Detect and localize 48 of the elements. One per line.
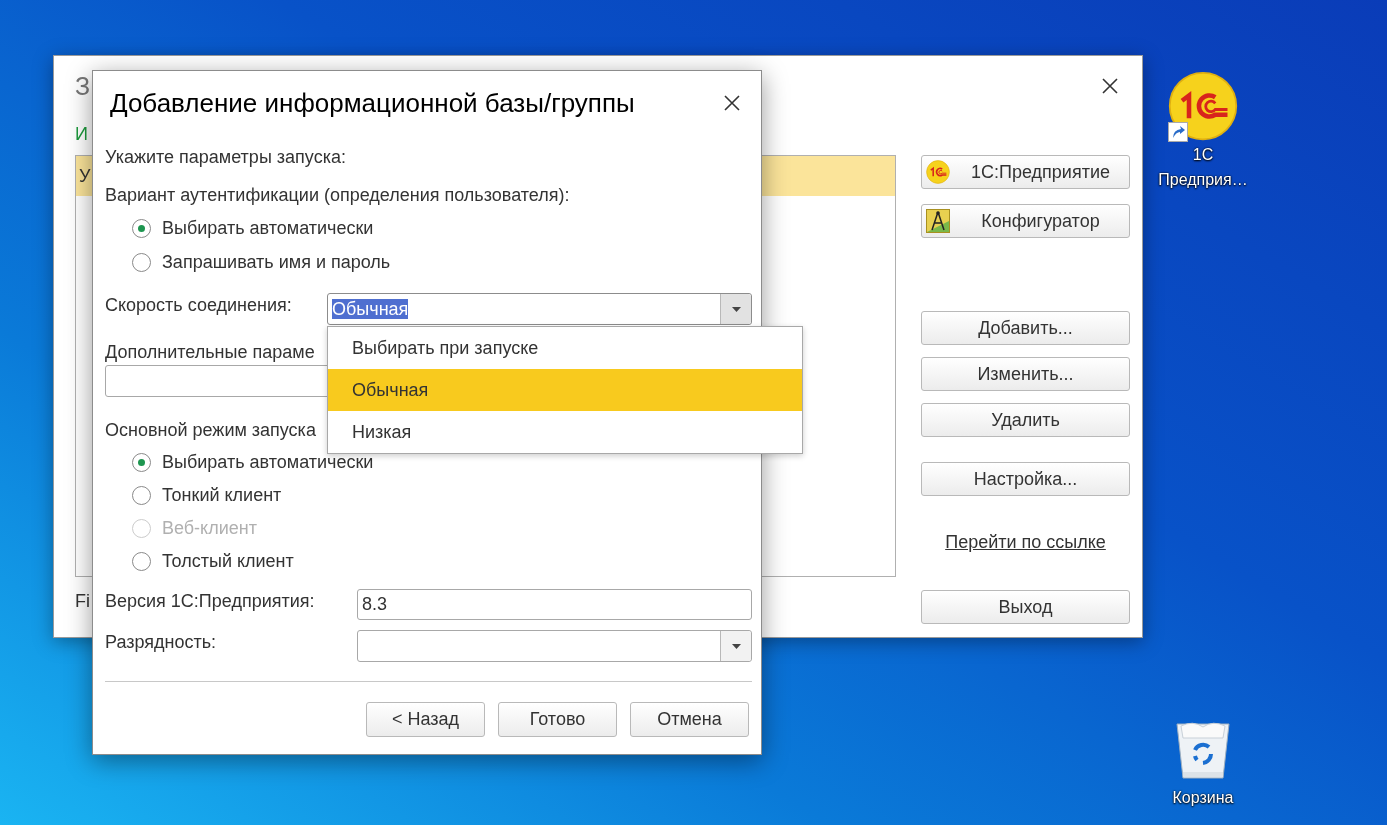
version-input[interactable]: 8.3 [357,589,752,620]
exit-button[interactable]: Выход [921,590,1130,624]
field-label: Дополнительные параме [105,341,315,364]
logo-icon [926,160,950,184]
close-icon[interactable] [724,95,740,111]
list-action-button[interactable]: Изменить... [921,357,1130,391]
dialog-title: Добавление информационной базы/группы [110,87,635,119]
field-label: Разрядность: [105,631,218,654]
bitness-combobox[interactable] [357,630,752,662]
dropdown-option[interactable]: Выбирать при запуске [328,327,802,369]
footer-text: Fi [75,591,90,612]
radio-button[interactable] [132,252,151,272]
list-action-button[interactable]: Удалить [921,403,1130,437]
radio-label: Веб-клиент [162,518,257,539]
field-label: Версия 1С:Предприятия: [105,590,316,613]
open-link[interactable]: Перейти по ссылке [945,532,1106,553]
radio-label: Запрашивать имя и пароль [162,251,391,273]
dropdown-option[interactable]: Низкая [328,411,802,453]
close-icon[interactable] [1102,78,1118,94]
dropdown-option[interactable]: Обычная [328,369,802,411]
radio-label: Толстый клиент [162,551,294,572]
radio-button[interactable] [132,552,151,571]
field-label: Скорость соединения: [105,294,293,317]
radio-label: Тонкий клиент [162,485,282,506]
radio-button[interactable] [132,453,151,472]
desktop-icon-label[interactable]: 1С Предприя… [1158,142,1248,192]
desktop-icon-label[interactable]: Корзина [1172,785,1234,810]
caret-icon [731,643,741,649]
radio-button[interactable] [132,218,151,238]
radio-button[interactable] [132,486,151,505]
launch-button[interactable]: Конфигуратор [921,204,1130,238]
settings-button[interactable]: Настройка... [921,462,1130,496]
dialog-button[interactable]: Готово [498,702,617,737]
speed-combobox[interactable]: Обычная [327,293,752,325]
window-title: З [75,71,91,101]
caret-icon [731,306,741,312]
dialog-button[interactable]: < Назад [366,702,485,737]
instruction-text: Укажите параметры запуска: [105,146,346,169]
list-action-button[interactable]: Добавить... [921,311,1130,345]
launch-button[interactable]: 1С:Предприятие [921,155,1130,189]
radio-label: Выбирать автоматически [162,217,374,239]
app-logo-icon [1168,71,1238,141]
compass-icon [926,209,950,233]
dialog-button[interactable]: Отмена [630,702,749,737]
section-label: Вариант аутентификации (определения пользователя): [105,184,570,207]
section-label: Основной режим запуска [105,419,316,442]
radio-label: Выбирать автоматически [162,452,374,473]
list-caption: И [75,124,89,146]
